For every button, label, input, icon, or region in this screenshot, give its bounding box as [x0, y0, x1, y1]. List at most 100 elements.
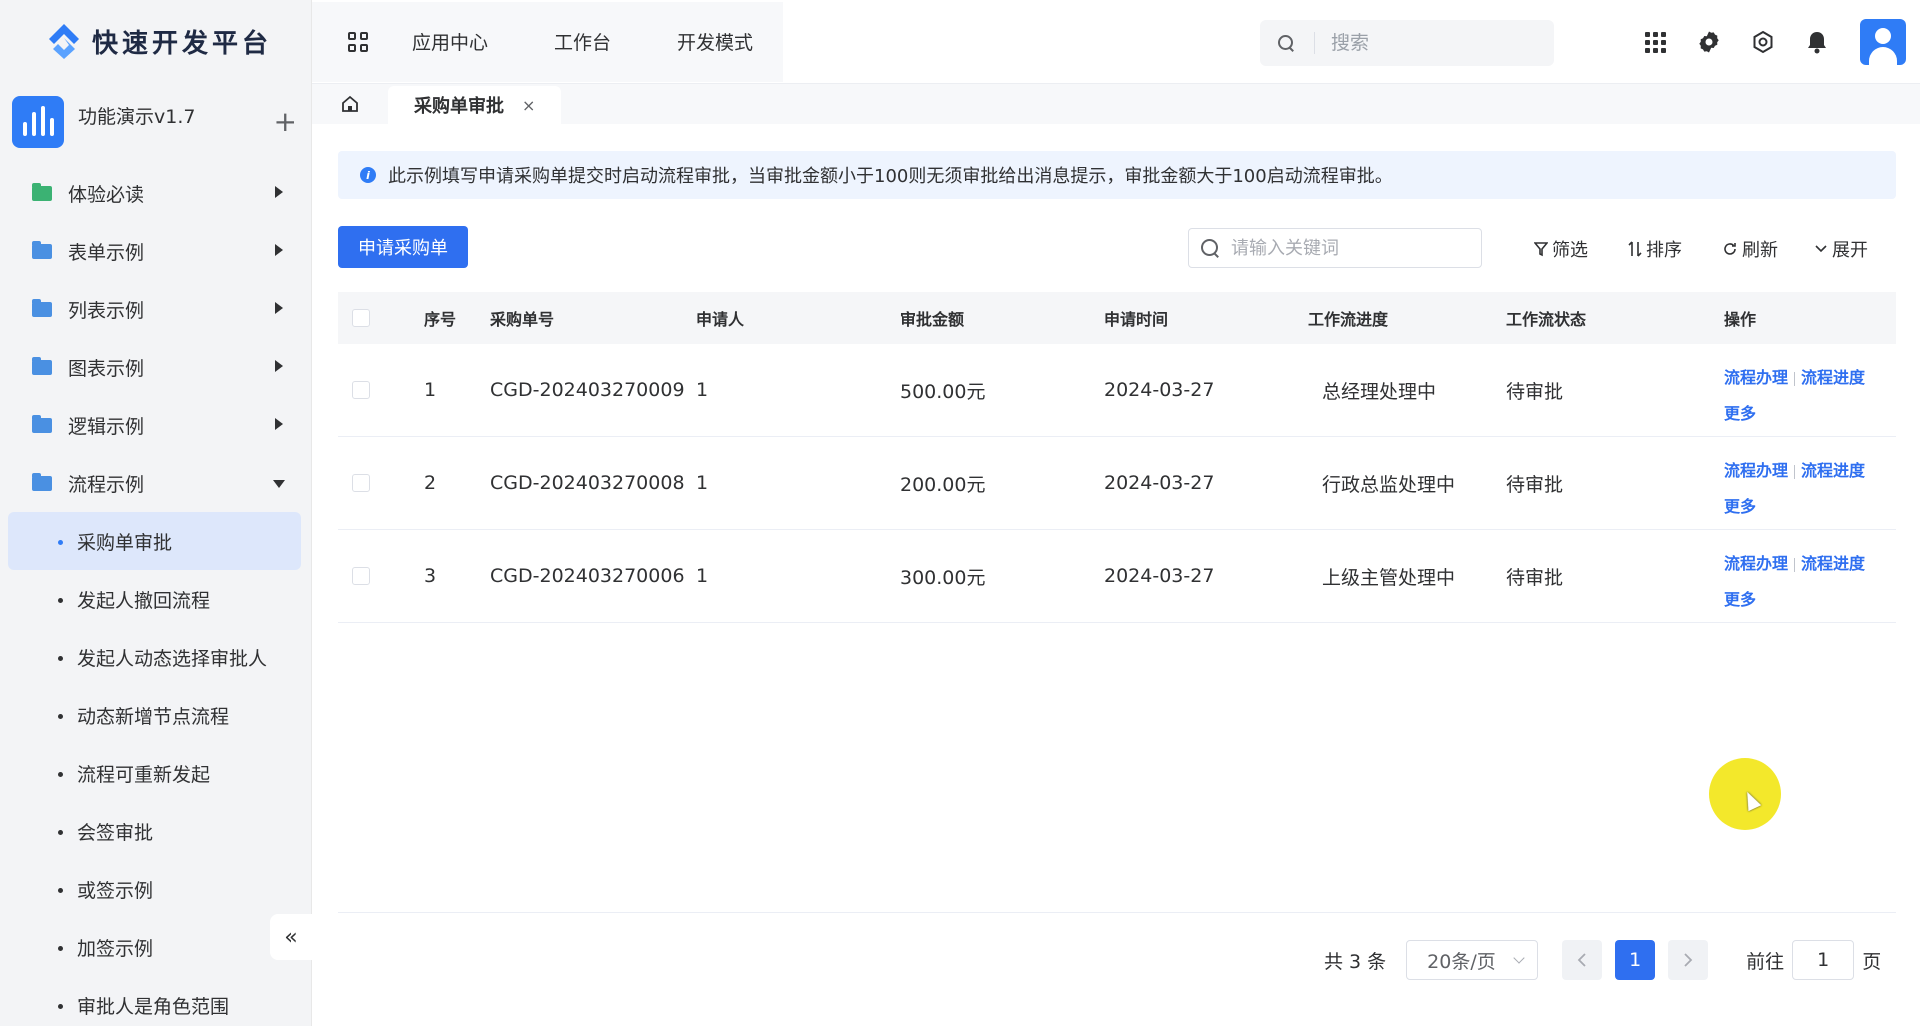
table-row: 3 CGD-202403270006 1 300.00元 2024-03-27 …	[338, 530, 1896, 623]
bar-chart-icon	[12, 96, 64, 148]
global-search	[1260, 20, 1554, 66]
menu-item-lists[interactable]: 列表示例	[0, 280, 311, 338]
menu-item-label: 体验必读	[68, 183, 145, 206]
purchase-table: 序号 采购单号 申请人 审批金额 申请时间 工作流进度 工作流状态 操作 1 C…	[338, 292, 1896, 623]
bell-icon[interactable]	[1790, 0, 1844, 84]
progress-link[interactable]: 流程进度	[1801, 461, 1865, 480]
search-input[interactable]	[1331, 32, 1531, 54]
menu-item-forms[interactable]: 表单示例	[0, 222, 311, 280]
menu-item-label: 逻辑示例	[68, 415, 145, 438]
column-header-actions: 操作	[1724, 310, 1757, 329]
keyword-search	[1188, 228, 1482, 268]
row-checkbox[interactable]	[352, 567, 370, 585]
expand-button[interactable]: 展开	[1814, 236, 1868, 262]
chevron-down-icon	[1513, 952, 1525, 964]
submenu-item-label: 审批人是角色范围	[77, 995, 230, 1018]
select-all-checkbox[interactable]	[352, 309, 370, 327]
apply-purchase-button[interactable]: 申请采购单	[338, 226, 468, 268]
caret-right-icon	[275, 418, 283, 430]
more-link[interactable]: 更多	[1724, 497, 1756, 516]
submenu-item-role-approver[interactable]: 审批人是角色范围	[0, 976, 311, 1026]
row-code: CGD-202403270009	[490, 379, 685, 401]
submenu-item-add-sign[interactable]: 加签示例	[0, 918, 311, 976]
submenu-item-purchase-approval[interactable]: 采购单审批	[8, 512, 301, 570]
menu-item-logic[interactable]: 逻辑示例	[0, 396, 311, 454]
row-checkbox[interactable]	[352, 381, 370, 399]
more-link[interactable]: 更多	[1724, 404, 1756, 423]
tab-purchase-approval[interactable]: 采购单审批 ×	[388, 86, 562, 124]
settings-icon[interactable]	[1736, 0, 1790, 84]
page-size-select[interactable]: 20条/页	[1406, 940, 1539, 980]
folder-icon	[32, 240, 52, 259]
close-icon[interactable]: ×	[522, 96, 535, 115]
sort-button[interactable]: 排序	[1628, 236, 1682, 262]
row-progress: 总经理处理中	[1322, 380, 1437, 403]
chevron-right-icon	[1684, 953, 1693, 967]
process-link[interactable]: 流程办理	[1724, 461, 1788, 480]
filter-icon	[1534, 242, 1548, 257]
submenu-item-withdraw[interactable]: 发起人撤回流程	[0, 570, 311, 628]
submenu-item-or-sign[interactable]: 或签示例	[0, 860, 311, 918]
more-link[interactable]: 更多	[1724, 590, 1756, 609]
brand-logo[interactable]: 快速开发平台	[0, 0, 311, 82]
prev-page-button[interactable]	[1562, 940, 1603, 980]
refresh-icon	[1724, 243, 1736, 255]
progress-link[interactable]: 流程进度	[1801, 554, 1865, 573]
row-applicant: 1	[696, 472, 709, 494]
column-header-amount: 审批金额	[900, 310, 965, 329]
avatar[interactable]	[1860, 19, 1906, 65]
menu-item-charts[interactable]: 图表示例	[0, 338, 311, 396]
filter-button[interactable]: 筛选	[1534, 236, 1588, 262]
side-menu: 体验必读 表单示例 列表示例 图表示例 逻辑示例 流程示例 采购单审批 发起人撤…	[0, 164, 311, 1026]
add-app-button[interactable]: +	[274, 108, 297, 136]
menu-item-label: 列表示例	[68, 299, 145, 322]
menu-item-label: 图表示例	[68, 357, 145, 380]
nav-dev-mode[interactable]: 开发模式	[677, 28, 753, 55]
pagination: 共 3 条 20条/页 1 前往 页	[1324, 940, 1881, 980]
caret-right-icon	[275, 186, 283, 198]
total-count: 共 3 条	[1324, 950, 1387, 973]
column-header-status: 工作流状态	[1506, 310, 1587, 329]
row-code: CGD-202403270006	[490, 565, 685, 587]
action-divider	[1794, 557, 1796, 572]
goto-page-input[interactable]	[1792, 940, 1855, 980]
submenu-item-label: 或签示例	[77, 879, 154, 902]
row-checkbox[interactable]	[352, 474, 370, 492]
process-link[interactable]: 流程办理	[1724, 554, 1788, 573]
nav-workbench[interactable]: 工作台	[554, 28, 611, 55]
process-link[interactable]: 流程办理	[1724, 368, 1788, 387]
apps-menu-icon[interactable]	[1628, 0, 1682, 84]
apps-grid-icon[interactable]	[348, 31, 368, 52]
top-bar: 应用中心 工作台 开发模式	[312, 0, 1920, 84]
row-index: 3	[424, 565, 437, 587]
submenu-item-countersign[interactable]: 会签审批	[0, 802, 311, 860]
goto-label: 前往	[1746, 950, 1785, 973]
submenu-item-label: 加签示例	[77, 937, 154, 960]
page-size-value: 20条/页	[1427, 950, 1496, 973]
menu-item-guide[interactable]: 体验必读	[0, 164, 311, 222]
menu-item-workflow[interactable]: 流程示例	[0, 454, 311, 512]
progress-link[interactable]: 流程进度	[1801, 368, 1865, 387]
column-header-code: 采购单号	[490, 310, 555, 329]
collapse-sidebar-button[interactable]: «	[270, 914, 312, 960]
next-page-button[interactable]	[1668, 940, 1709, 980]
submenu-item-dynamic-node[interactable]: 动态新增节点流程	[0, 686, 311, 744]
refresh-button[interactable]: 刷新	[1722, 236, 1778, 262]
submenu-item-dynamic-approver[interactable]: 发起人动态选择审批人	[0, 628, 311, 686]
filter-label: 筛选	[1552, 240, 1588, 261]
row-amount: 300.00元	[900, 566, 986, 589]
search-divider	[1314, 32, 1315, 54]
tab-label: 采购单审批	[414, 96, 504, 117]
home-tab[interactable]	[312, 84, 388, 124]
sort-icon	[1628, 241, 1642, 257]
submenu-item-restart[interactable]: 流程可重新发起	[0, 744, 311, 802]
folder-icon	[32, 298, 52, 317]
row-date: 2024-03-27	[1104, 565, 1215, 587]
keyword-input[interactable]	[1231, 237, 1461, 259]
table-row: 2 CGD-202403270008 1 200.00元 2024-03-27 …	[338, 437, 1896, 530]
page-number-current[interactable]: 1	[1615, 940, 1656, 980]
table-toolbar: 申请采购单 筛选 排序 刷新 展开	[338, 226, 1896, 268]
nav-app-center[interactable]: 应用中心	[412, 28, 488, 55]
gear-icon[interactable]	[1682, 0, 1736, 84]
app-switcher[interactable]: 功能演示v1.7 +	[0, 82, 311, 160]
